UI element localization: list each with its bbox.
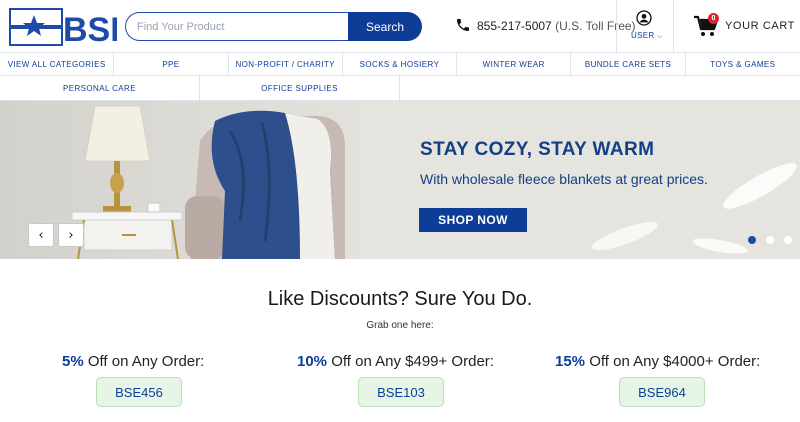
offer-text: 10% Off on Any $499+ Order: (297, 353, 494, 370)
search-input[interactable] (125, 12, 349, 41)
coupon-code[interactable]: BSE456 (96, 377, 182, 407)
carousel-dot[interactable] (784, 236, 792, 244)
nav-item-view-all-categories[interactable]: VIEW ALL CATEGORIES (0, 53, 115, 75)
offer-condition: Off on Any Order: (83, 353, 205, 370)
bse-logo[interactable]: BSE (9, 8, 117, 46)
offer-percent: 10% (297, 353, 328, 370)
nav-item-bundle-care-sets[interactable]: BUNDLE CARE SETS (571, 53, 686, 75)
hero-title: STAY COZY, STAY WARM (420, 139, 655, 160)
cart-count-badge: 0 (708, 13, 719, 24)
phone-icon (457, 19, 469, 31)
phone-number[interactable]: 855-217-5007 (U.S. Toll Free) (477, 19, 636, 33)
nav-item-non-profit-charity[interactable]: NON-PROFIT / CHARITY (229, 53, 343, 75)
carousel-dot[interactable] (766, 236, 774, 244)
user-menu[interactable]: USER ⌵ (631, 31, 663, 41)
nav-row: VIEW ALL CATEGORIES PPE NON-PROFIT / CHA… (0, 52, 800, 76)
nav-item-ppe[interactable]: PPE (114, 53, 229, 75)
svg-text:BSE: BSE (63, 11, 117, 46)
coupon-code[interactable]: BSE964 (619, 377, 705, 407)
carousel-next-button[interactable]: › (58, 223, 84, 247)
user-icon[interactable] (636, 10, 652, 26)
carousel-dot[interactable] (748, 236, 756, 244)
nav-item-toys-games[interactable]: TOYS & GAMES (686, 53, 800, 75)
chevron-right-icon: › (68, 227, 74, 243)
nav-item-socks-hosiery[interactable]: SOCKS & HOSIERY (343, 53, 458, 75)
phone-number-value[interactable]: 855-217-5007 (477, 19, 552, 33)
offer-text: 5% Off on Any Order: (62, 353, 204, 370)
nav-item-office-supplies[interactable]: OFFICE SUPPLIES (200, 76, 400, 100)
offer-percent: 5% (62, 353, 84, 370)
offer-text: 15% Off on Any $4000+ Order: (555, 353, 760, 370)
category-nav: VIEW ALL CATEGORIES PPE NON-PROFIT / CHA… (0, 52, 800, 101)
offer-percent: 15% (555, 353, 586, 370)
carousel-prev-button[interactable]: ‹ (28, 223, 54, 247)
offer-condition: Off on Any $4000+ Order: (585, 353, 761, 370)
site-header: BSE Search 855-217-5007 (U.S. Toll Free)… (0, 0, 800, 52)
hero-banner[interactable]: STAY COZY, STAY WARM With wholesale flee… (0, 101, 800, 259)
user-label: USER (631, 31, 655, 40)
shop-now-button[interactable]: SHOP NOW (419, 208, 527, 232)
header-divider (673, 0, 674, 52)
header-divider (616, 0, 617, 52)
phone-note: (U.S. Toll Free) (555, 19, 636, 33)
hero-subtitle: With wholesale fleece blankets at great … (420, 171, 708, 187)
nav-item-winter-wear[interactable]: WINTER WEAR (457, 53, 572, 75)
offer-condition: Off on Any $499+ Order: (327, 353, 494, 370)
discounts-title: Like Discounts? Sure You Do. (267, 288, 533, 310)
chevron-left-icon: ‹ (38, 227, 44, 243)
chevron-down-icon: ⌵ (656, 33, 663, 40)
cart-label[interactable]: YOUR CART (725, 20, 795, 32)
nav-item-personal-care[interactable]: PERSONAL CARE (0, 76, 200, 100)
coupon-code[interactable]: BSE103 (358, 377, 444, 407)
discounts-subtitle: Grab one here: (366, 320, 434, 331)
nav-row: PERSONAL CARE OFFICE SUPPLIES (0, 76, 800, 101)
search-button[interactable]: Search (348, 12, 422, 41)
